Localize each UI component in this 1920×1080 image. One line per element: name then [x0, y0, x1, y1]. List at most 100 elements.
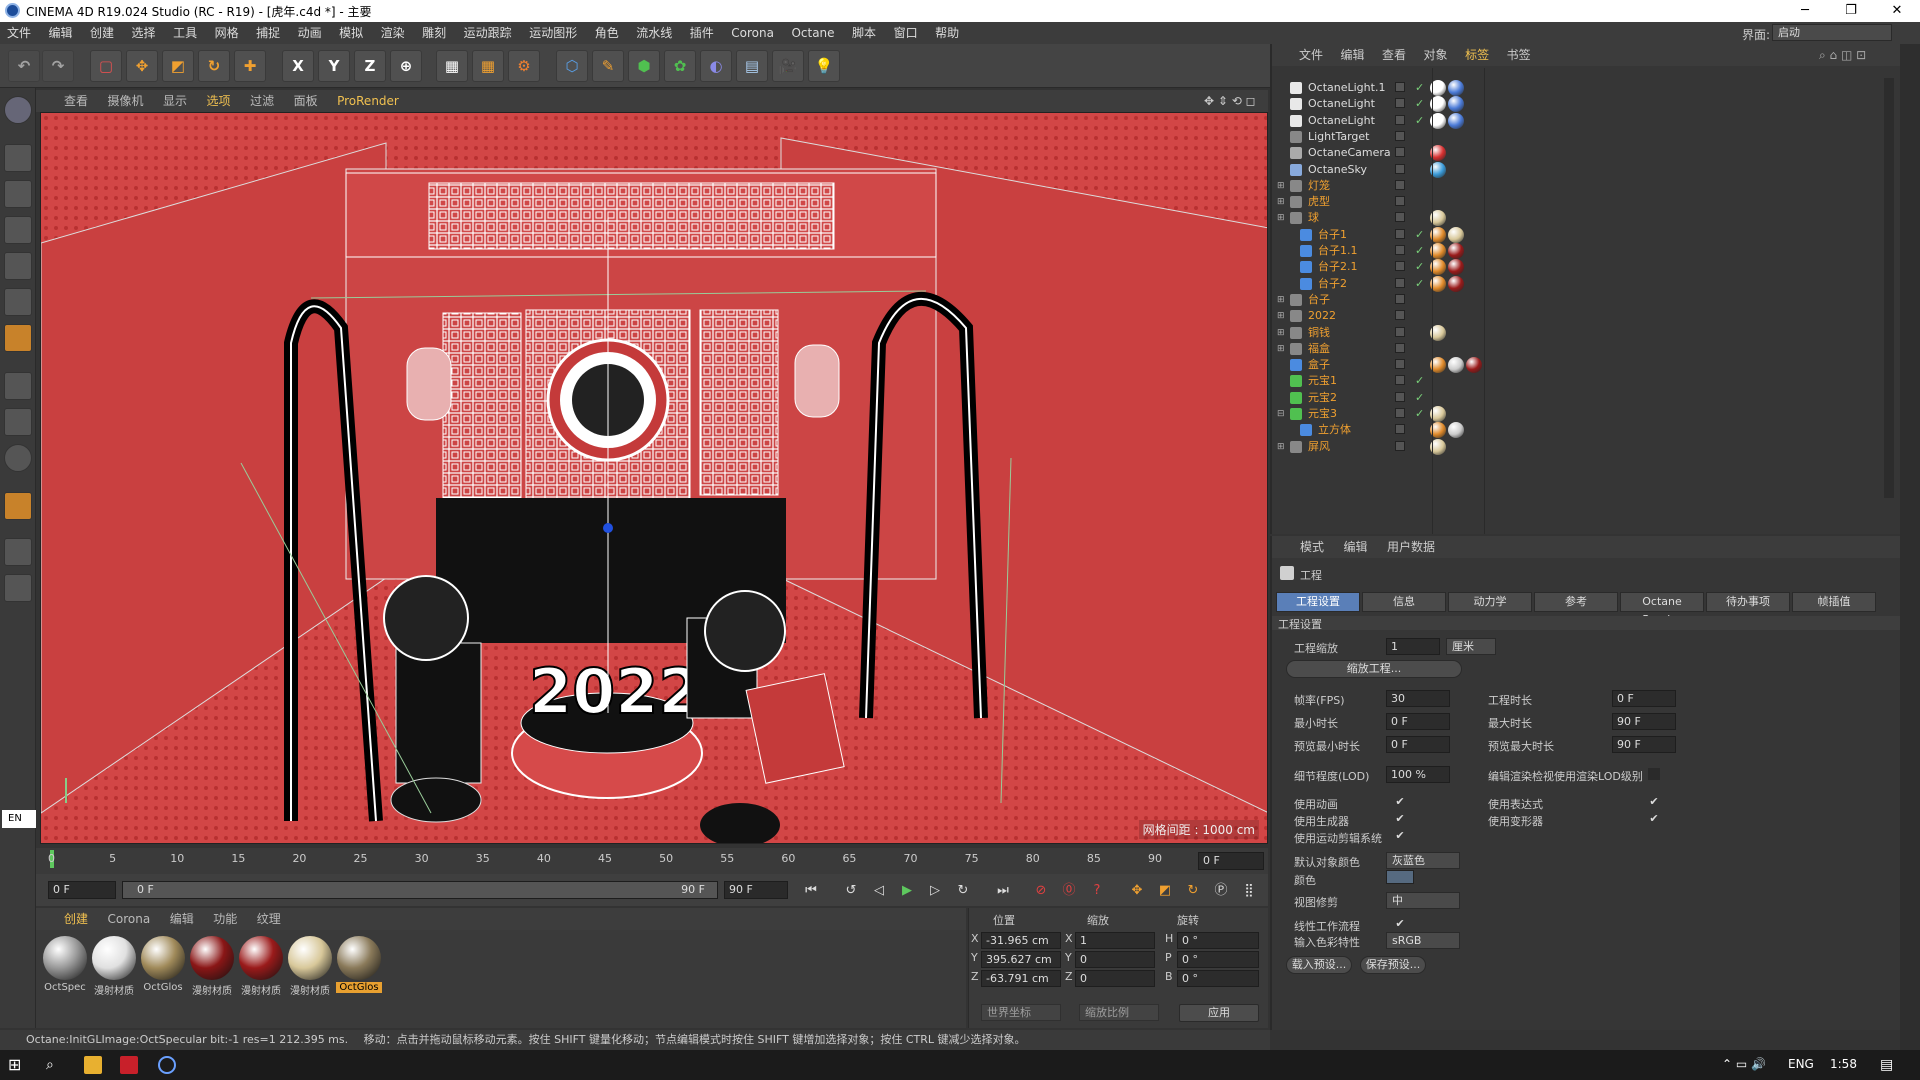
- om-menu-tags[interactable]: 标签: [1458, 44, 1496, 66]
- tab-reference[interactable]: 参考: [1534, 592, 1618, 612]
- octane-live-viewer-icon[interactable]: [4, 96, 32, 124]
- project-scale-field[interactable]: 1: [1386, 638, 1440, 655]
- tab-dynamics[interactable]: 动力学: [1448, 592, 1532, 612]
- tray-icons[interactable]: ⌃ ▭ 🔊: [1722, 1057, 1766, 1071]
- viewport-menu-filter[interactable]: 过滤: [242, 90, 282, 112]
- attr-menu-edit[interactable]: 编辑: [1336, 536, 1376, 558]
- om-menu-objects[interactable]: 对象: [1417, 44, 1455, 66]
- tweak-mode-icon[interactable]: [4, 408, 32, 436]
- menu-render[interactable]: 渲染: [374, 22, 412, 44]
- x-axis-button[interactable]: X: [282, 50, 314, 82]
- polygons-mode-icon[interactable]: [4, 324, 32, 352]
- subdivision-icon[interactable]: ⬢: [628, 50, 660, 82]
- scale-tool-icon[interactable]: ◩: [162, 50, 194, 82]
- edges-mode-icon[interactable]: [4, 288, 32, 316]
- menu-octane[interactable]: Octane: [784, 22, 841, 44]
- tab-project-settings[interactable]: 工程设置: [1276, 592, 1360, 612]
- material-swatch[interactable]: OctSpec: [42, 936, 88, 998]
- close-button[interactable]: ✕: [1874, 0, 1920, 22]
- visibility-toggle[interactable]: [1395, 196, 1405, 207]
- use-deformers-checkbox[interactable]: ✔: [1648, 813, 1660, 825]
- wps-icon[interactable]: [120, 1056, 138, 1074]
- tab-info[interactable]: 信息: [1362, 592, 1446, 612]
- visibility-toggle[interactable]: [1395, 440, 1405, 451]
- material-menu-texture[interactable]: 纹理: [249, 908, 289, 930]
- cinema4d-taskbar-icon[interactable]: [158, 1056, 176, 1074]
- linear-workflow-checkbox[interactable]: ✔: [1394, 918, 1406, 930]
- load-preset-button[interactable]: 载入预设...: [1286, 956, 1352, 974]
- material-menu-function[interactable]: 功能: [205, 908, 245, 930]
- undo-button[interactable]: ↶: [8, 50, 40, 82]
- apply-button[interactable]: 应用: [1179, 1004, 1259, 1022]
- render-picture-viewer-icon[interactable]: ▦: [472, 50, 504, 82]
- attr-menu-mode[interactable]: 模式: [1292, 536, 1332, 558]
- menu-character[interactable]: 角色: [588, 22, 626, 44]
- om-scrollbar[interactable]: [1884, 78, 1894, 498]
- record-keys-icon[interactable]: ⊘: [1030, 880, 1052, 902]
- taskbar-language[interactable]: ENG: [1788, 1057, 1814, 1071]
- key-pla-icon[interactable]: ⣿: [1238, 880, 1260, 902]
- snap-icon[interactable]: [4, 444, 32, 472]
- deformer-icon[interactable]: ◐: [700, 50, 732, 82]
- visibility-toggle[interactable]: [1395, 228, 1405, 239]
- menu-script[interactable]: 脚本: [845, 22, 883, 44]
- visibility-toggle[interactable]: [1395, 375, 1405, 386]
- visibility-toggle[interactable]: [1395, 310, 1405, 321]
- visibility-toggle[interactable]: [1395, 424, 1405, 435]
- scale-field[interactable]: 1: [1075, 932, 1155, 949]
- lock-workplane-icon[interactable]: [4, 538, 32, 566]
- visibility-toggle[interactable]: [1395, 114, 1405, 125]
- model-mode-icon[interactable]: [4, 144, 32, 172]
- visibility-toggle[interactable]: [1395, 391, 1405, 402]
- workplane-icon[interactable]: [4, 492, 32, 520]
- pen-icon[interactable]: ✎: [592, 50, 624, 82]
- menu-select[interactable]: 选择: [125, 22, 163, 44]
- visibility-toggle[interactable]: [1395, 130, 1405, 141]
- transform-tool-icon[interactable]: ✚: [234, 50, 266, 82]
- tab-frame-interpolation[interactable]: 帧插值: [1792, 592, 1876, 612]
- position-field[interactable]: -63.791 cm: [981, 970, 1061, 987]
- visibility-toggle[interactable]: [1395, 408, 1405, 418]
- start-frame-field[interactable]: 0 F: [48, 881, 116, 899]
- menu-pipeline[interactable]: 流水线: [629, 22, 679, 44]
- light-icon[interactable]: 💡: [808, 50, 840, 82]
- texture-mode-icon[interactable]: [4, 180, 32, 208]
- lod-field[interactable]: 100 %: [1386, 766, 1450, 783]
- visibility-toggle[interactable]: [1395, 98, 1405, 109]
- min-time-field[interactable]: 0 F: [1386, 713, 1450, 730]
- material-swatch[interactable]: OctGlos: [140, 936, 186, 998]
- previous-frame-icon[interactable]: ◁: [868, 880, 890, 902]
- material-swatch[interactable]: 漫射材质: [287, 936, 333, 998]
- menu-motion-tracking[interactable]: 运动跟踪: [457, 22, 519, 44]
- preview-max-field[interactable]: 90 F: [1612, 736, 1676, 753]
- viewport-menu-prorender[interactable]: ProRender: [329, 90, 407, 112]
- visibility-toggle[interactable]: [1395, 245, 1405, 255]
- lod-render-checkbox[interactable]: [1648, 768, 1660, 780]
- minimize-button[interactable]: ─: [1782, 0, 1828, 22]
- menu-corona[interactable]: Corona: [724, 22, 781, 44]
- visibility-toggle[interactable]: [1395, 147, 1405, 158]
- coordinate-system-icon[interactable]: ⊕: [390, 50, 422, 82]
- rotation-field[interactable]: 0 °: [1177, 951, 1259, 968]
- current-frame-field[interactable]: 0 F: [1198, 852, 1264, 870]
- axis-mode-icon[interactable]: [4, 372, 32, 400]
- notification-icon[interactable]: ▤: [1880, 1056, 1898, 1074]
- rotation-field[interactable]: 0 °: [1177, 970, 1259, 987]
- position-field[interactable]: 395.627 cm: [981, 951, 1061, 968]
- viewport-menu-options[interactable]: 选项: [199, 90, 239, 112]
- y-axis-button[interactable]: Y: [318, 50, 350, 82]
- attr-menu-userdata[interactable]: 用户数据: [1379, 536, 1443, 558]
- material-swatch[interactable]: 漫射材质: [238, 936, 284, 998]
- menu-simulate[interactable]: 模拟: [332, 22, 370, 44]
- visibility-toggle[interactable]: [1395, 293, 1405, 304]
- viewport-nav-icons[interactable]: ✥ ⇕ ⟲ ◻: [1196, 90, 1264, 112]
- material-menu-edit[interactable]: 编辑: [162, 908, 202, 930]
- z-axis-button[interactable]: Z: [354, 50, 386, 82]
- menu-create[interactable]: 创建: [83, 22, 121, 44]
- menu-snap[interactable]: 捕捉: [249, 22, 287, 44]
- project-time-field[interactable]: 0 F: [1612, 690, 1676, 707]
- frame-range-slider[interactable]: 0 F 90 F: [122, 881, 718, 899]
- fps-field[interactable]: 30: [1386, 690, 1450, 707]
- menu-window[interactable]: 窗口: [887, 22, 925, 44]
- workplane-mode-icon[interactable]: [4, 216, 32, 244]
